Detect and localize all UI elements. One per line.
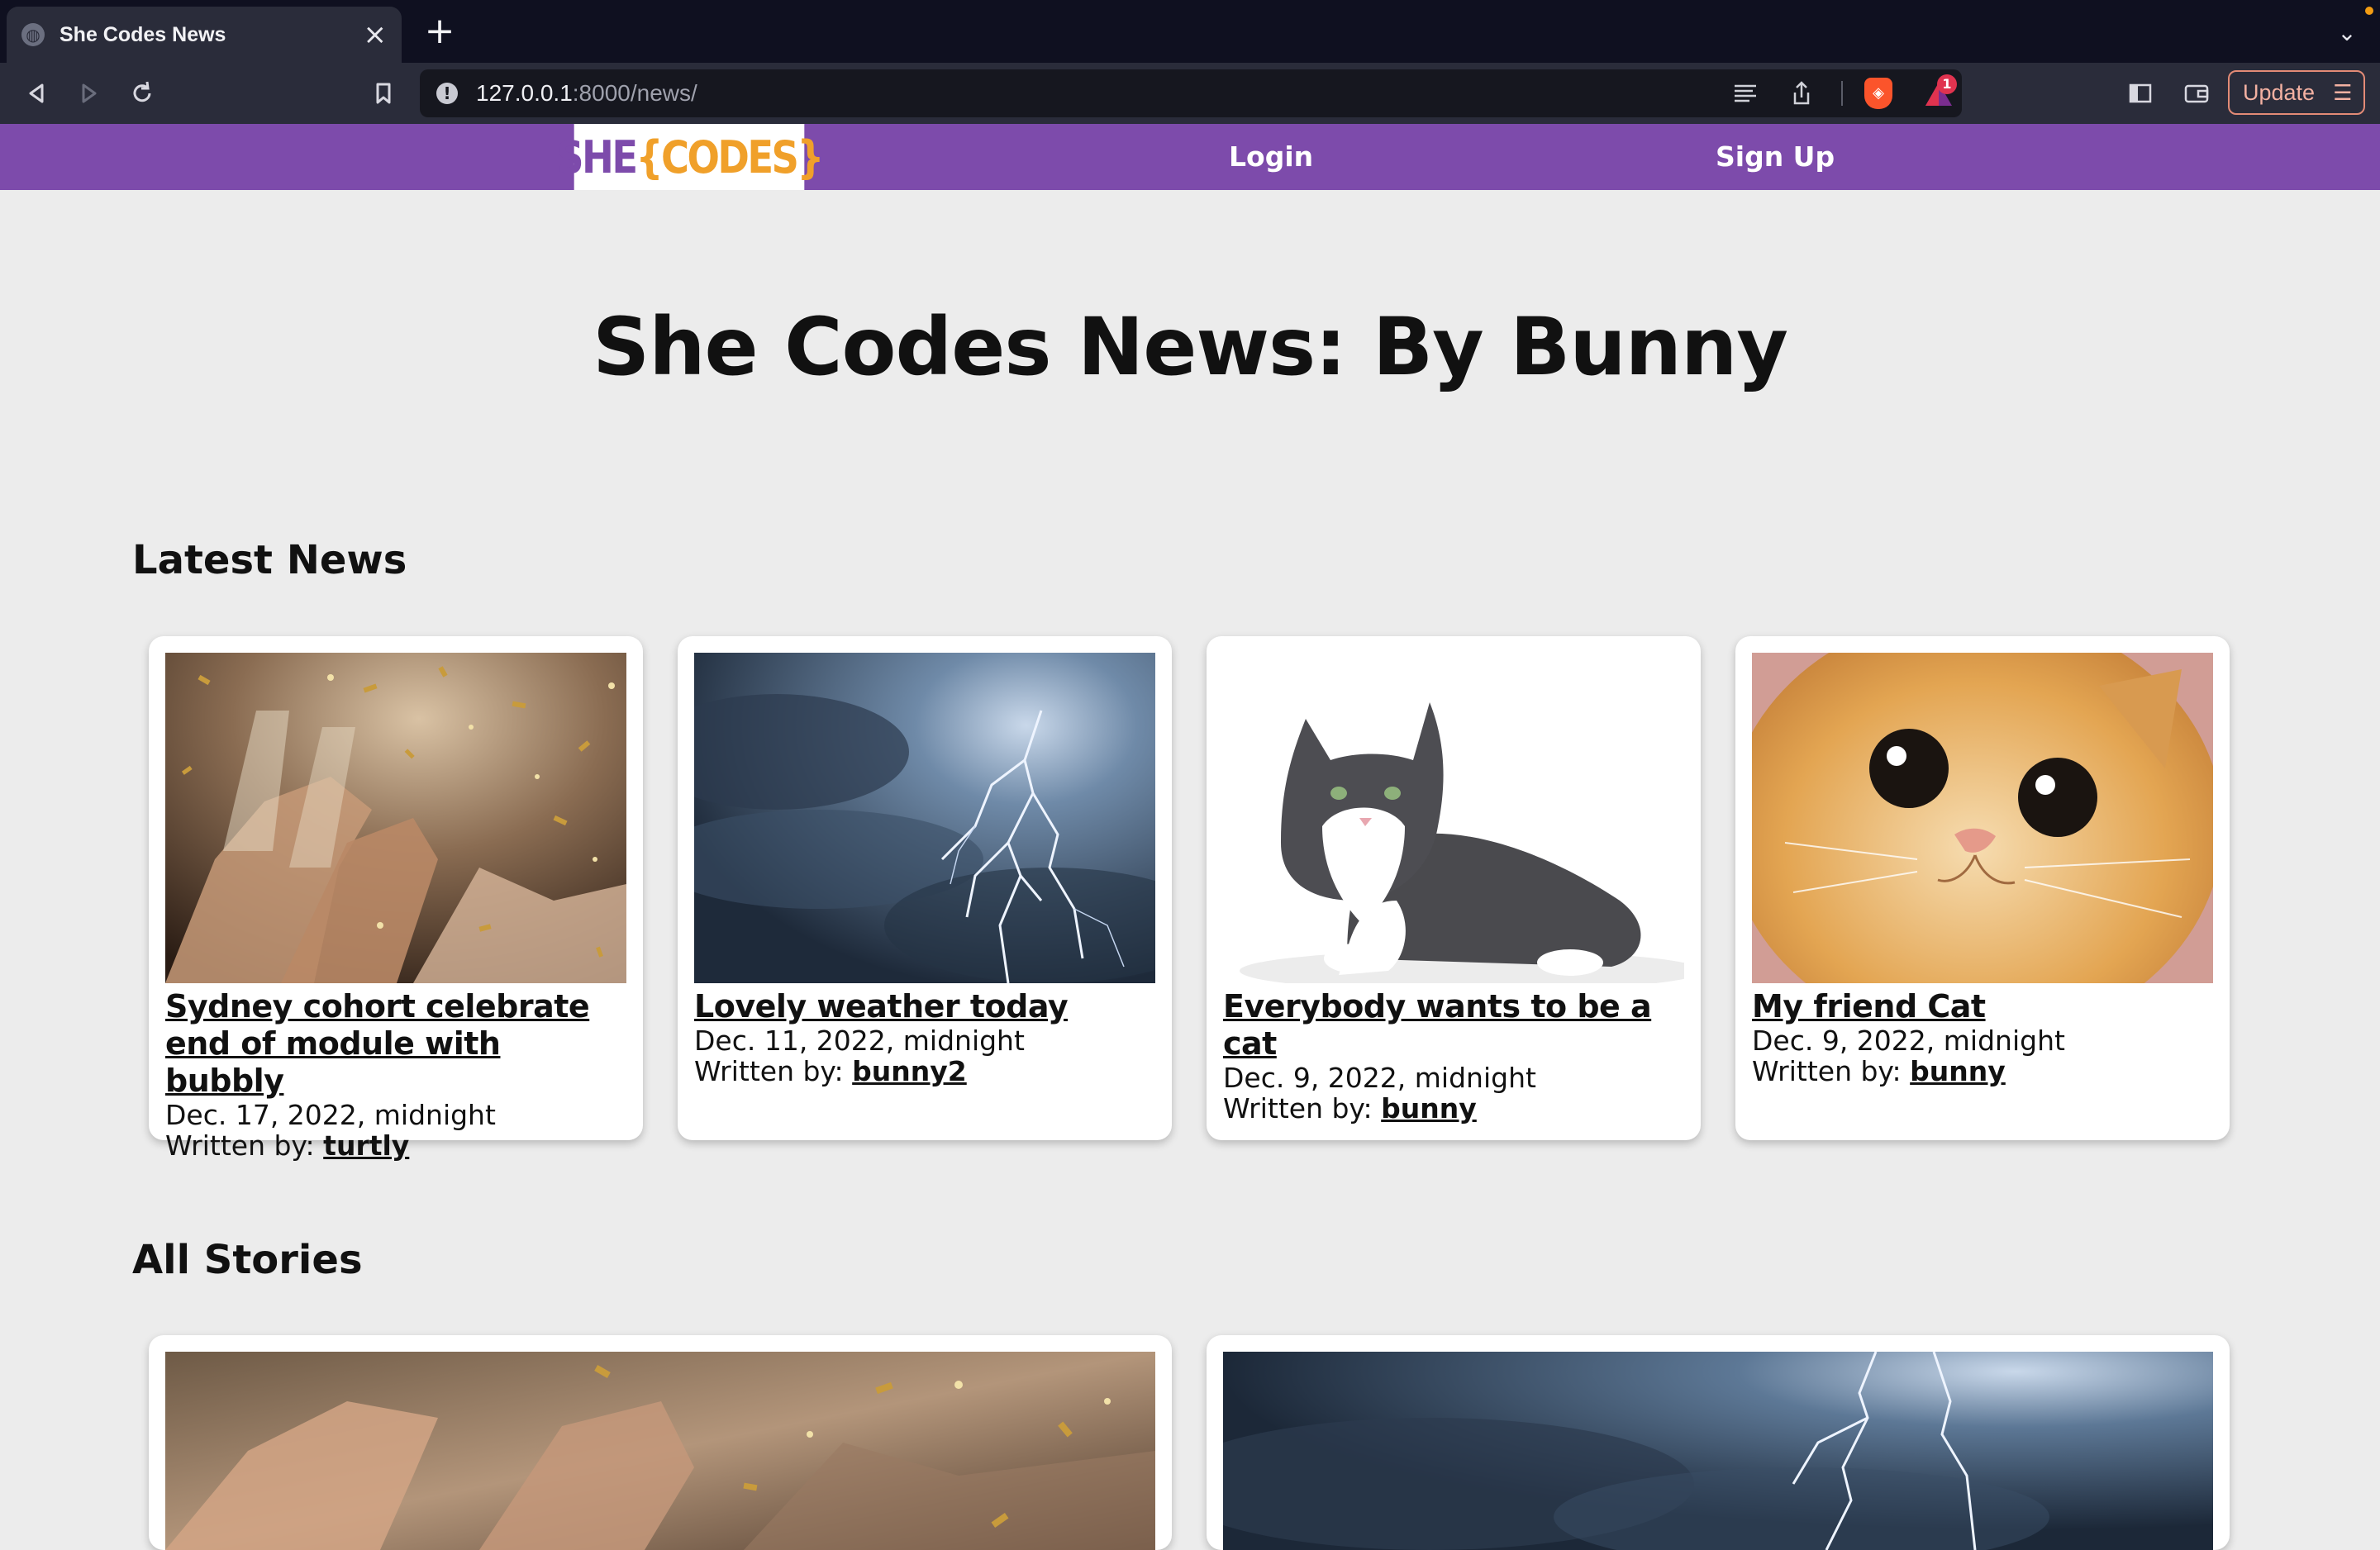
author-link[interactable]: bunny2 [852,1055,967,1087]
signup-link[interactable]: Sign Up [1716,124,1835,190]
article-author: Written by: bunny [1752,1056,2215,1086]
article-title-link[interactable]: Everybody wants to be a cat [1223,988,1686,1063]
news-card: My friend Cat Dec. 9, 2022, midnight Wri… [1735,636,2230,1140]
page-title: She Codes News: By Bunny [593,301,1788,393]
logo-she-text: SHE [556,131,638,183]
shecodes-logo[interactable]: SHE {CODES} [556,124,824,190]
author-link[interactable]: turtly [323,1129,409,1162]
globe-icon: ◍ [21,23,45,46]
card-text: Sydney cohort celebrate end of module wi… [165,988,628,1161]
latest-news-heading: Latest News [132,537,407,583]
update-button[interactable]: Update ☰ [2228,70,2365,115]
login-link[interactable]: Login [1229,124,1313,190]
written-by-label: Written by: [694,1055,844,1087]
all-stories-heading: All Stories [132,1237,363,1283]
sidebar-toggle-icon[interactable] [2124,77,2157,110]
tab-title: She Codes News [60,22,226,46]
news-card: Everybody wants to be a cat Dec. 9, 2022… [1207,636,1701,1140]
logo-codes-text: {CODES} [635,131,824,183]
storm-image[interactable] [1223,1352,2213,1550]
article-date: Dec. 9, 2022, midnight [1223,1062,1536,1094]
author-link[interactable]: bunny [1381,1092,1477,1124]
url-host: 127.0.0.1 [476,80,573,106]
bookmark-button[interactable] [367,77,400,110]
card-text: Lovely weather today Dec. 11, 2022, midn… [694,988,1157,1086]
forward-button[interactable] [73,77,106,110]
article-author: Written by: turtly [165,1130,628,1161]
article-date: Dec. 9, 2022, midnight [1752,1025,2065,1057]
author-link[interactable]: bunny [1910,1055,2006,1087]
forward-icon [82,83,97,103]
new-tab-button[interactable]: + [423,13,456,50]
card-text: Everybody wants to be a cat Dec. 9, 2022… [1223,988,1686,1124]
rewards-badge: 1 [1937,74,1957,94]
update-label: Update [2243,79,2316,105]
celebration-image[interactable] [165,1352,1155,1550]
url-path: :8000/news/ [572,80,697,106]
celebration-image[interactable] [165,653,626,983]
news-card: Lovely weather today Dec. 11, 2022, midn… [678,636,1172,1140]
address-bar[interactable]: ! 127.0.0.1:8000/news/ ◈ 1 [420,69,1962,117]
storm-image[interactable] [694,653,1155,983]
back-icon [29,83,44,103]
story-card [1207,1335,2230,1550]
browser-toolbar: ! 127.0.0.1:8000/news/ ◈ 1 Update ☰ [0,63,2380,124]
back-button[interactable] [20,77,53,110]
browser-tab[interactable]: ◍ She Codes News × [7,7,402,63]
wallet-icon[interactable] [2180,77,2213,110]
article-title-link[interactable]: My friend Cat [1752,988,2215,1025]
news-card: Sydney cohort celebrate end of module wi… [149,636,643,1161]
written-by-label: Written by: [1223,1092,1373,1124]
site-info-icon[interactable]: ! [436,83,458,104]
chevron-down-icon[interactable]: ⌄ [2332,18,2362,48]
article-date: Dec. 11, 2022, midnight [694,1025,1025,1057]
article-title-link[interactable]: Lovely weather today [694,988,1157,1025]
article-author: Written by: bunny2 [694,1056,1157,1086]
browser-tabstrip: ◍ She Codes News × + ⌄ [0,0,2380,63]
article-author: Written by: bunny [1223,1093,1686,1124]
notification-dot [2365,7,2373,15]
card-text: My friend Cat Dec. 9, 2022, midnight Wri… [1752,988,2215,1086]
gray-cat-image[interactable] [1223,653,1684,983]
close-icon[interactable]: × [364,21,388,49]
written-by-label: Written by: [165,1129,315,1162]
article-title-link[interactable]: Sydney cohort celebrate end of module wi… [165,988,628,1100]
reader-mode-icon[interactable] [1730,79,1760,107]
url-text[interactable]: 127.0.0.1:8000/news/ [476,69,697,117]
site-navbar: SHE {CODES} Login Sign Up [0,124,2380,190]
written-by-label: Written by: [1752,1055,1902,1087]
reload-button[interactable] [126,77,159,110]
brave-shield-icon[interactable]: ◈ [1864,78,1892,109]
story-card [149,1335,1172,1550]
share-icon[interactable] [1787,79,1816,107]
orange-cat-image[interactable] [1752,653,2213,983]
article-date: Dec. 17, 2022, midnight [165,1099,496,1131]
divider [1841,81,1843,106]
bookmark-icon [376,83,391,104]
reload-icon [133,81,151,102]
menu-icon: ☰ [2333,79,2353,105]
